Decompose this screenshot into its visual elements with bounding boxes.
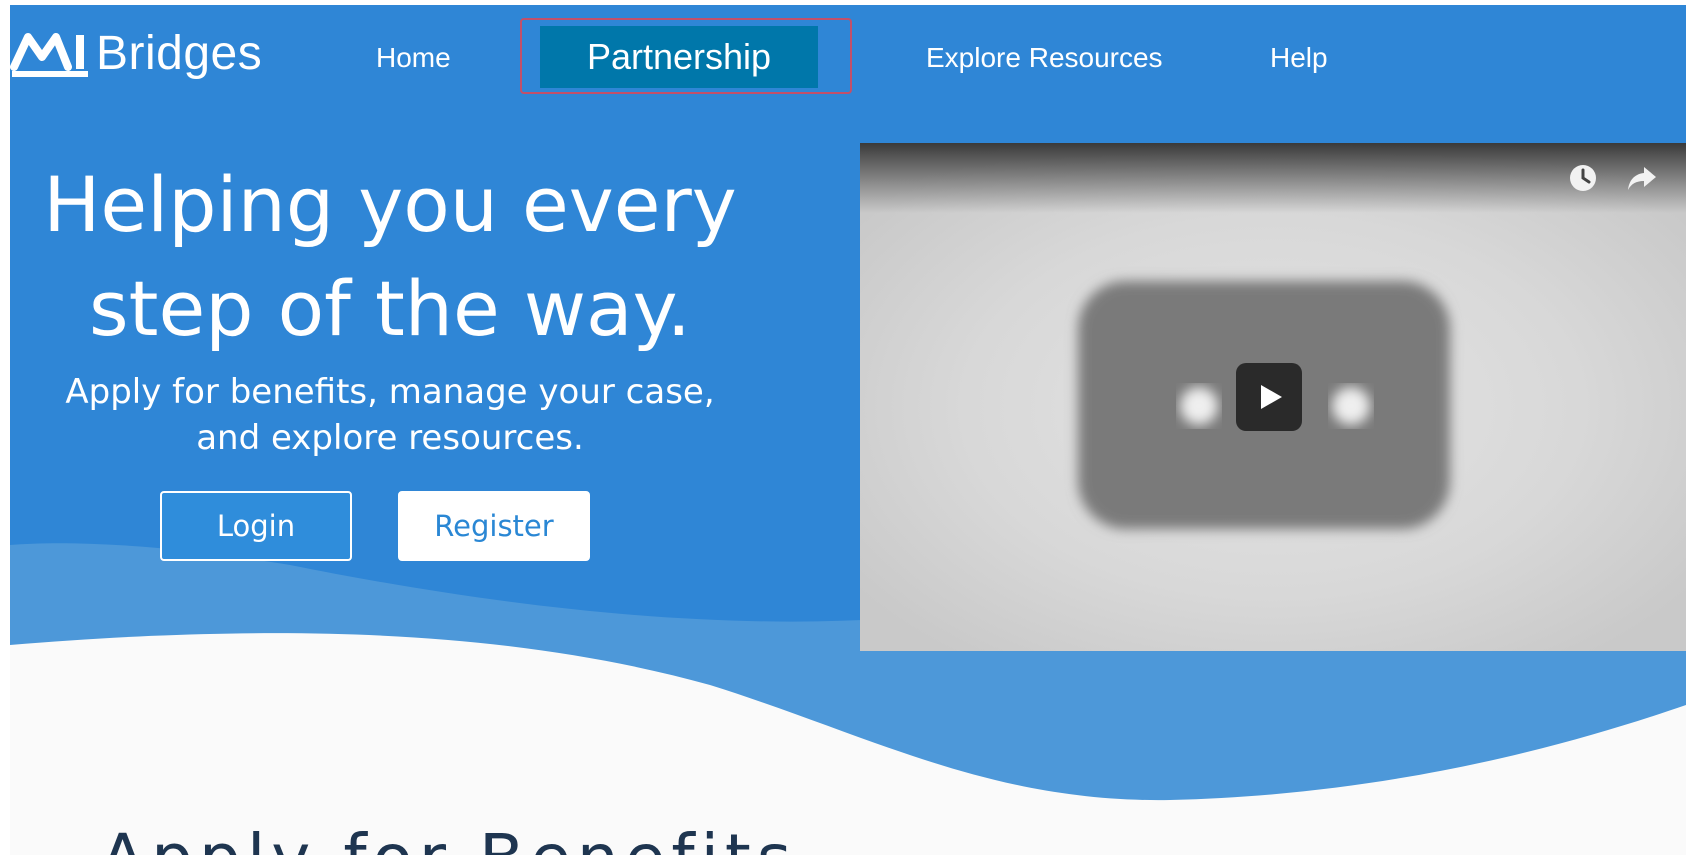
video-player[interactable]	[860, 143, 1686, 651]
video-controls	[1568, 163, 1658, 193]
hero-headline-line1: Helping you every	[43, 160, 737, 249]
mi-logo-icon	[10, 33, 88, 77]
login-button[interactable]: Login	[160, 491, 352, 561]
play-icon[interactable]	[1236, 363, 1302, 431]
apply-for-benefits-heading: Apply for Benefits	[100, 820, 797, 855]
nav-explore-resources[interactable]: Explore Resources	[926, 42, 1163, 74]
register-button[interactable]: Register	[398, 491, 590, 561]
share-icon[interactable]	[1626, 163, 1658, 193]
hero-subtitle: Apply for benefits, manage your case, an…	[10, 369, 770, 461]
hero-subtitle-line2: and explore resources.	[196, 418, 584, 458]
page: Bridges Home Partnership Explore Resourc…	[10, 5, 1686, 855]
watch-later-icon[interactable]	[1568, 163, 1598, 193]
top-navigation: Bridges Home Partnership Explore Resourc…	[10, 5, 1686, 105]
hero-headline-line2: step of the way.	[89, 264, 691, 353]
brand-name: Bridges	[96, 26, 263, 80]
site-logo[interactable]: Bridges	[10, 23, 262, 83]
hero-headline: Helping you every step of the way.	[10, 153, 770, 361]
nav-home[interactable]: Home	[376, 42, 451, 74]
nav-partnership-label: Partnership	[586, 36, 772, 77]
nav-partnership[interactable]: Partnership	[540, 26, 818, 88]
hero-subtitle-line1: Apply for benefits, manage your case,	[65, 372, 715, 412]
nav-help[interactable]: Help	[1270, 42, 1328, 74]
